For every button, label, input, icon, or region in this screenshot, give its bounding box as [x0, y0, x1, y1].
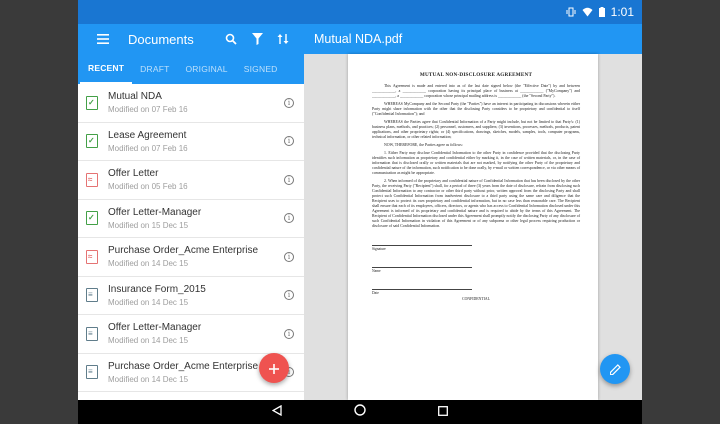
documents-pane: Documents RECENT DRAFT ORIGINAL SIGNED ✓… [78, 24, 304, 400]
menu-icon[interactable] [90, 34, 116, 44]
document-date: Modified on 14 Dec 15 [108, 259, 189, 269]
document-date: Modified on 15 Dec 15 [108, 220, 189, 230]
document-name: Mutual NDA [108, 91, 162, 103]
tab-original[interactable]: ORIGINAL [178, 54, 236, 84]
document-date: Modified on 05 Feb 16 [108, 182, 188, 192]
pdf-paragraph: 1. Either Party may disclose Confidentia… [372, 151, 580, 175]
pdf-footer: CONFIDENTIAL [462, 297, 490, 301]
recents-icon[interactable] [438, 403, 448, 421]
info-icon[interactable]: i [284, 328, 294, 339]
home-icon[interactable] [354, 403, 366, 421]
document-date: Modified on 14 Dec 15 [108, 297, 189, 307]
tab-original-label: ORIGINAL [185, 64, 228, 74]
signature-line[interactable]: Signature [372, 245, 472, 251]
documents-toolbar: Documents [78, 24, 304, 54]
plus-icon [269, 358, 279, 379]
document-name: Offer Letter-Manager [108, 322, 202, 334]
status-time: 1:01 [610, 5, 634, 19]
pdf-paragraph: This Agreement is made and entered into … [372, 84, 580, 98]
document-date: Modified on 07 Feb 16 [108, 105, 188, 115]
navigation-bar [78, 400, 642, 424]
tab-signed[interactable]: SIGNED [236, 54, 286, 84]
document-name: Purchase Order_Acme Enterprise [108, 245, 259, 257]
tab-draft-label: DRAFT [140, 64, 170, 74]
draft-document-icon: ≈ [86, 172, 98, 187]
filter-icon[interactable] [244, 33, 270, 45]
list-item[interactable]: ≡ Offer Letter-Manager Modified on 14 Dec… [78, 315, 304, 354]
document-date: Modified on 14 Dec 15 [108, 336, 189, 346]
search-icon[interactable] [218, 33, 244, 45]
tab-signed-label: SIGNED [243, 64, 278, 74]
edit-button[interactable] [600, 354, 630, 384]
tab-recent[interactable]: RECENT [80, 54, 133, 84]
info-icon[interactable]: i [284, 213, 294, 224]
list-item[interactable]: ✓ Lease Agreement Modified on 07 Feb 16 i [78, 123, 304, 161]
draft-document-icon: ≈ [86, 249, 98, 264]
status-bar: 1:01 [78, 0, 642, 24]
signature-block: Signature Name Date [372, 245, 580, 295]
info-icon[interactable]: i [284, 290, 294, 301]
list-item[interactable]: ≡ Insurance Form_2015 Modified on 14 Dec … [78, 277, 304, 315]
original-document-icon: ≡ [86, 365, 98, 380]
back-icon[interactable] [271, 403, 282, 421]
signed-document-icon: ✓ [86, 95, 98, 110]
document-name: Purchase Order_Acme Enterprise [108, 360, 259, 372]
original-document-icon: ≡ [86, 288, 98, 303]
document-date: Modified on 07 Feb 16 [108, 143, 188, 153]
info-icon[interactable]: i [284, 251, 294, 262]
pdf-paragraph: 2. When informed of the proprietary and … [372, 179, 580, 228]
pdf-page: MUTUAL NON-DISCLOSURE AGREEMENT This Agr… [348, 54, 598, 400]
tab-draft[interactable]: DRAFT [132, 54, 177, 84]
pencil-icon [608, 359, 621, 380]
info-icon[interactable]: i [284, 174, 294, 185]
documents-title: Documents [128, 31, 194, 47]
list-item[interactable]: ✓ Offer Letter-Manager Modified on 15 Dec… [78, 200, 304, 238]
signed-document-icon: ✓ [86, 211, 98, 226]
date-line[interactable]: Date [372, 289, 472, 295]
pdf-paragraph: WHEREAS MyCompany and the Second Party (… [372, 102, 580, 116]
document-date: Modified on 14 Dec 15 [108, 374, 189, 384]
signed-document-icon: ✓ [86, 134, 98, 149]
list-item[interactable]: ≈ Purchase Order_Acme Enterprise Modified… [78, 238, 304, 277]
viewer-toolbar: Mutual NDA.pdf [304, 24, 642, 54]
list-item[interactable]: ≈ Offer Letter Modified on 05 Feb 16 i [78, 161, 304, 200]
vibrate-icon [566, 7, 576, 17]
pdf-title: MUTUAL NON-DISCLOSURE AGREEMENT [419, 72, 533, 78]
battery-icon [598, 7, 605, 17]
document-name: Lease Agreement [108, 129, 187, 141]
info-icon[interactable]: i [284, 136, 294, 147]
document-name: Offer Letter-Manager [108, 206, 202, 218]
document-viewer: Mutual NDA.pdf MUTUAL NON-DISCLOSURE AGR… [304, 24, 642, 400]
sort-icon[interactable] [270, 33, 296, 45]
pdf-paragraph: NOW, THEREFORE, the Parties agree as fol… [384, 143, 463, 147]
pdf-paragraph: WHEREAS the Parties agree that Confident… [372, 120, 580, 139]
name-line[interactable]: Name [372, 267, 472, 273]
tab-recent-label: RECENT [88, 63, 125, 73]
tablet-screen: 1:01 Documents RECENT DRAFT ORIGINAL SIG… [78, 0, 642, 424]
viewer-title: Mutual NDA.pdf [314, 32, 403, 46]
add-document-button[interactable] [259, 353, 289, 383]
info-icon[interactable]: i [284, 97, 294, 108]
tab-bar: RECENT DRAFT ORIGINAL SIGNED [78, 54, 304, 84]
document-name: Insurance Form_2015 [108, 283, 206, 295]
document-name: Offer Letter [108, 168, 159, 180]
original-document-icon: ≡ [86, 326, 98, 341]
list-item[interactable]: ✓ Mutual NDA Modified on 07 Feb 16 i [78, 84, 304, 123]
wifi-icon [582, 7, 593, 17]
